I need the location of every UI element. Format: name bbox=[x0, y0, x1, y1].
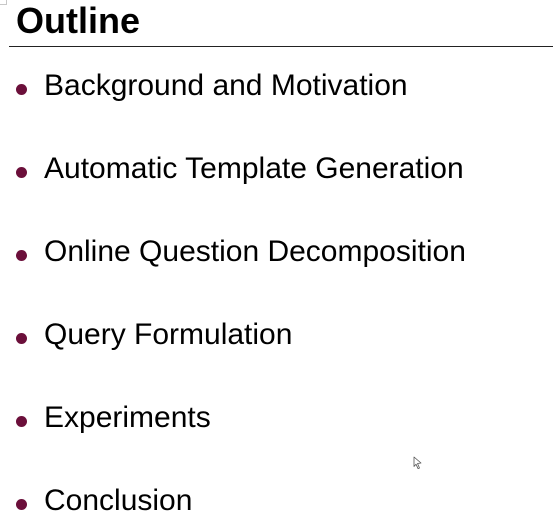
outline-item-experiments: Experiments bbox=[0, 398, 553, 438]
outline-item-label: Automatic Template Generation bbox=[44, 152, 464, 185]
slide-title: Outline bbox=[16, 0, 140, 41]
slide: Outline Background and Motivation Automa… bbox=[0, 0, 553, 517]
bullet-dot-icon bbox=[16, 499, 27, 510]
outline-item-question-decomposition: Online Question Decomposition bbox=[0, 232, 553, 272]
outline-item-label: Conclusion bbox=[44, 484, 193, 517]
mouse-pointer-icon bbox=[413, 456, 422, 469]
outline-item-label: Experiments bbox=[44, 401, 211, 434]
window-corner-mark bbox=[0, 0, 7, 5]
bullet-dot-icon bbox=[16, 84, 27, 95]
outline-item-background: Background and Motivation bbox=[0, 66, 553, 106]
bullet-dot-icon bbox=[16, 333, 27, 344]
outline-item-label: Query Formulation bbox=[44, 318, 293, 351]
outline-item-query-formulation: Query Formulation bbox=[0, 315, 553, 355]
outline-item-conclusion: Conclusion bbox=[0, 481, 553, 517]
outline-item-label: Background and Motivation bbox=[44, 69, 408, 102]
bullet-dot-icon bbox=[16, 416, 27, 427]
outline-item-template-generation: Automatic Template Generation bbox=[0, 149, 553, 189]
outline-item-label: Online Question Decomposition bbox=[44, 235, 466, 268]
bullet-dot-icon bbox=[16, 250, 27, 261]
title-divider bbox=[9, 46, 553, 47]
bullet-dot-icon bbox=[16, 167, 27, 178]
